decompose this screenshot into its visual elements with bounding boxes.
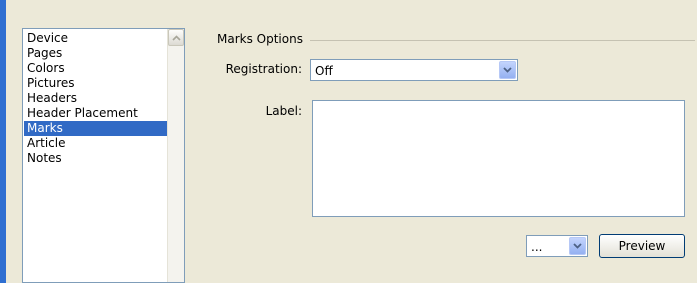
preview-button[interactable]: Preview: [599, 234, 685, 258]
dropdown-arrow-icon: [503, 67, 512, 73]
registration-select[interactable]: Off: [310, 59, 518, 81]
category-list-items: Device Pages Colors Pictures Headers Hea…: [24, 31, 167, 166]
group-divider: [310, 40, 695, 41]
registration-value: Off: [315, 64, 333, 78]
list-item-notes[interactable]: Notes: [24, 151, 167, 166]
list-item-pictures[interactable]: Pictures: [24, 76, 167, 91]
label-textarea[interactable]: [312, 100, 685, 217]
category-list[interactable]: Device Pages Colors Pictures Headers Hea…: [22, 28, 185, 283]
preset-value: ...: [531, 240, 543, 254]
registration-dropdown-button[interactable]: [499, 61, 516, 79]
scroll-up-icon: [171, 34, 181, 41]
list-item-article[interactable]: Article: [24, 136, 167, 151]
list-item-colors[interactable]: Colors: [24, 61, 167, 76]
marks-options-group-title: Marks Options: [217, 32, 307, 46]
label-field-label: Label:: [265, 104, 302, 118]
list-scrollbar[interactable]: [167, 29, 184, 282]
preset-select[interactable]: ...: [526, 235, 588, 257]
list-item-device[interactable]: Device: [24, 31, 167, 46]
list-item-marks[interactable]: Marks: [24, 121, 167, 136]
dropdown-arrow-icon: [573, 243, 582, 249]
window-edge-accent: [0, 0, 6, 283]
registration-label: Registration:: [225, 62, 302, 76]
scroll-up-button[interactable]: [168, 29, 184, 46]
list-item-header-placement[interactable]: Header Placement: [24, 106, 167, 121]
list-item-headers[interactable]: Headers: [24, 91, 167, 106]
list-item-pages[interactable]: Pages: [24, 46, 167, 61]
preset-dropdown-button[interactable]: [569, 237, 586, 255]
